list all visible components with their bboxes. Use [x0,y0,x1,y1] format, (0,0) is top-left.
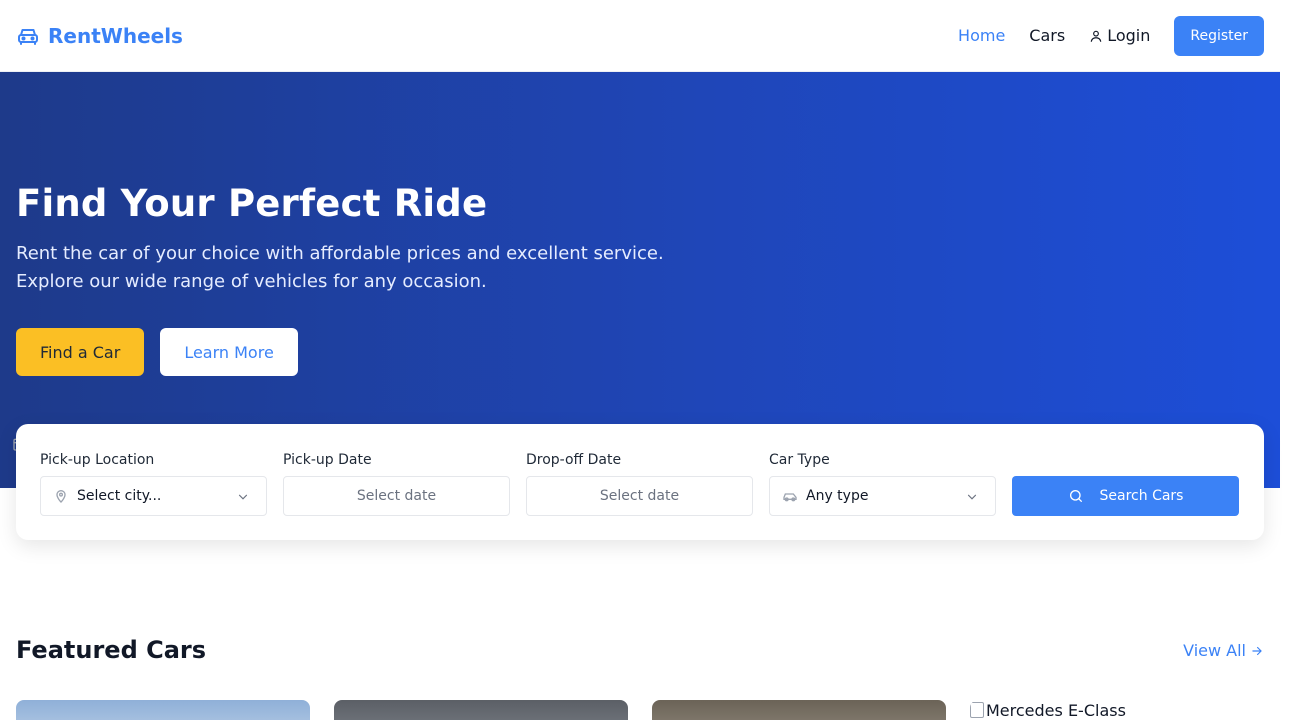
arrow-right-icon [1252,646,1262,655]
learn-more-button[interactable]: Learn More [160,328,298,376]
car-type-value: Any type [806,488,869,504]
dropoff-date-placeholder: Select date [599,488,680,504]
pickup-location-field: Pick-up Location Select city... [40,452,267,516]
view-all-label: View All [1183,641,1246,660]
register-button[interactable]: Register [1174,15,1264,56]
car-card-image[interactable]: Mercedes E-Class [970,700,1264,720]
featured-cars-title: Featured Cars [16,636,207,664]
search-cars-button[interactable]: Search Cars [1012,476,1239,516]
dropoff-date-label: Drop-off Date [526,452,622,468]
hero-subtitle-line-1: Rent the car of your choice with afforda… [16,243,664,264]
nav-login-link[interactable]: Login [1089,26,1150,45]
car-front-icon [18,28,38,45]
car-card-image[interactable] [16,700,310,720]
find-car-button[interactable]: Find a Car [16,328,145,376]
dropoff-date-field: Drop-off Date Select date [526,452,753,516]
search-cars-label: Search Cars [1099,488,1184,504]
search-icon [1069,490,1082,502]
main-nav: Home Cars Login Register [958,15,1264,56]
car-type-field: Car Type Any type [769,452,996,516]
car-icon [783,493,797,502]
featured-cars-list: Mercedes E-Class [16,700,1264,720]
hero-title: Find Your Perfect Ride [16,182,488,225]
pickup-date-input[interactable]: Select date [283,476,510,516]
chevron-down-icon [238,494,248,500]
page: RentWheels Home Cars Login Register Find… [0,0,1292,720]
chevron-down-icon [967,494,977,500]
hero-subtitle: Rent the car of your choice with afforda… [16,240,716,296]
car-type-label: Car Type [769,452,830,468]
car-card-image[interactable] [334,700,628,720]
view-all-link[interactable]: View All [1183,641,1264,660]
login-label: Login [1107,26,1151,45]
brand-logo[interactable]: RentWheels [16,24,183,48]
nav-home-link[interactable]: Home [958,26,1005,45]
car-card-image[interactable] [652,700,946,720]
hero-subtitle-line-2: Explore our wide range of vehicles for a… [16,271,487,292]
site-header: RentWheels Home Cars Login Register [0,0,1280,72]
broken-image-icon [970,702,984,718]
search-form: Pick-up Location Select city... Pick-up … [16,424,1264,540]
nav-cars-link[interactable]: Cars [1029,26,1065,45]
pickup-date-label: Pick-up Date [283,452,372,468]
car-card-image-alt: Mercedes E-Class [986,701,1126,720]
pickup-location-value: Select city... [77,488,162,504]
pickup-location-label: Pick-up Location [40,452,155,468]
user-icon [1090,30,1102,42]
pickup-location-select[interactable]: Select city... [40,476,267,516]
pickup-date-field: Pick-up Date Select date [283,452,510,516]
pickup-date-placeholder: Select date [356,488,437,504]
brand-name: RentWheels [48,23,183,48]
map-pin-icon [56,490,66,503]
car-type-select[interactable]: Any type [769,476,996,516]
dropoff-date-input[interactable]: Select date [526,476,753,516]
hero-actions: Find a Car Learn More [16,328,298,376]
